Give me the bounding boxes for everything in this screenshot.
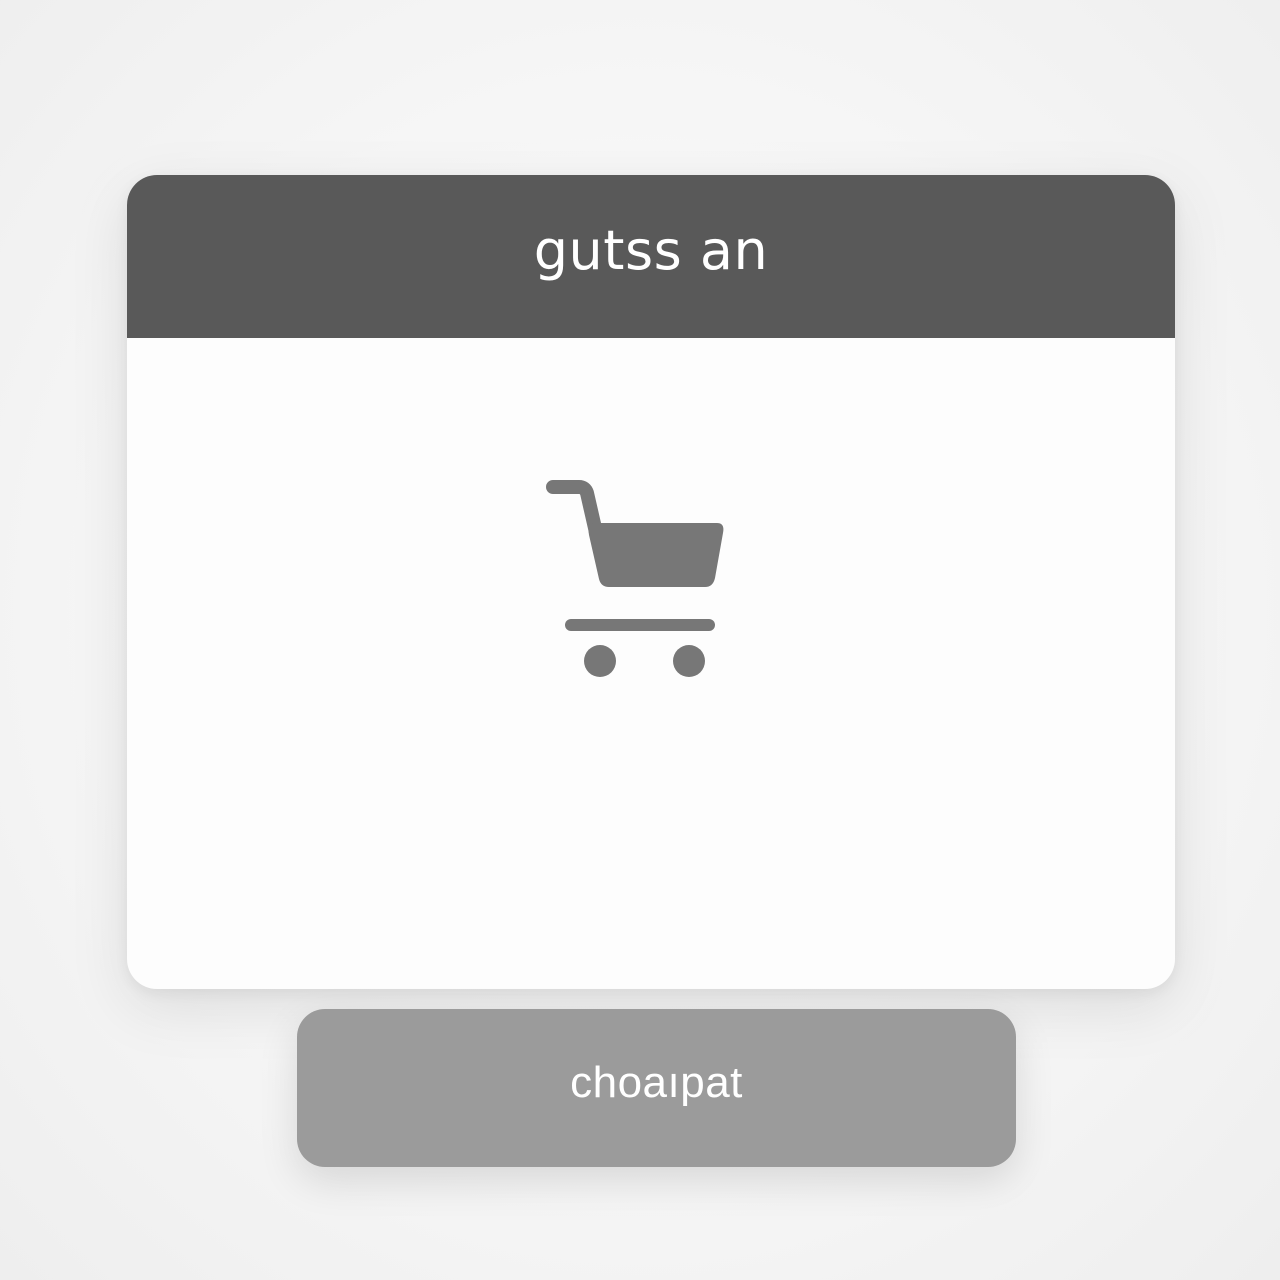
dialog-card: gutss an [127,175,1175,989]
primary-action-button[interactable]: choaıpat [297,1009,1016,1167]
shopping-cart-icon [545,475,725,685]
page-background: gutss an choaıpat [0,0,1280,1280]
dialog-header: gutss an [127,175,1175,338]
primary-action-label: choaıpat [570,1058,743,1107]
dialog-title: gutss an [533,218,769,282]
